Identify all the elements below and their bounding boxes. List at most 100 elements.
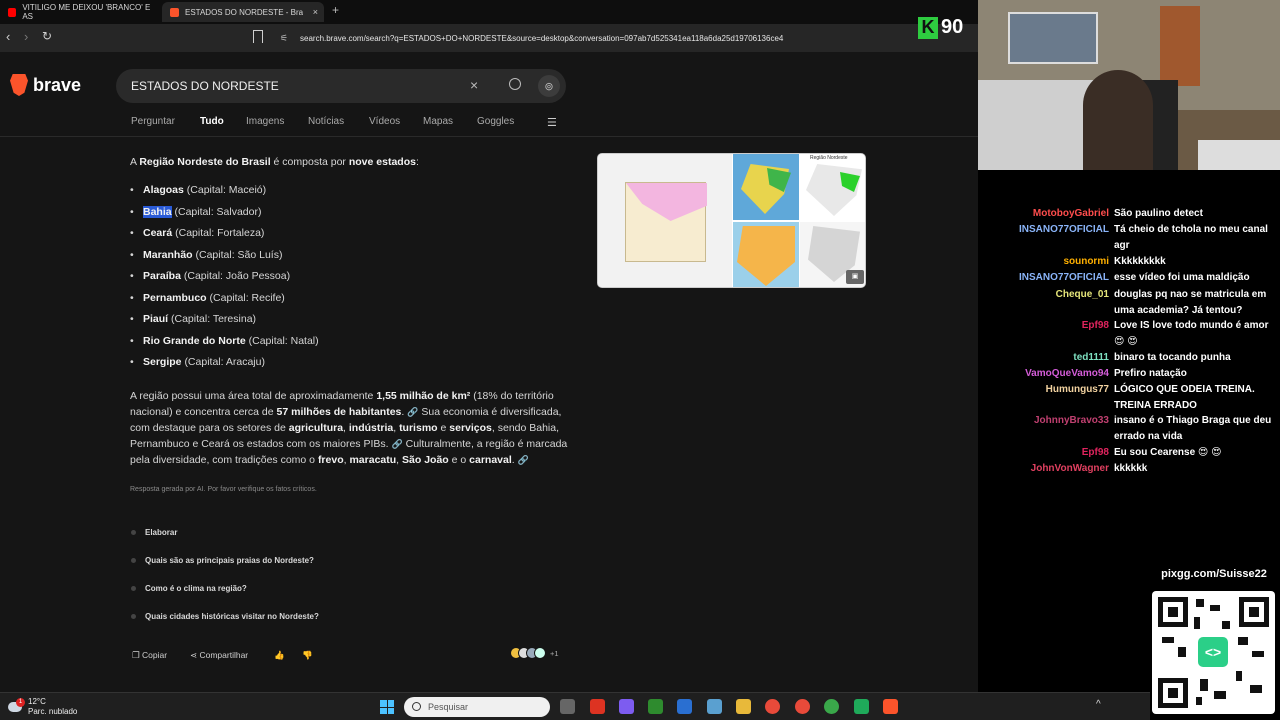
tab-videos[interactable]: Vídeos	[369, 116, 400, 127]
app-icon[interactable]	[590, 699, 605, 714]
app-icon[interactable]	[854, 699, 869, 714]
file-explorer-icon[interactable]	[736, 699, 751, 714]
site-settings-icon[interactable]: ⚟	[280, 33, 290, 44]
state-item: Paraíba (Capital: João Pessoa)	[130, 268, 570, 290]
chat-text: douglas pq nao se matricula em uma acade…	[1114, 289, 1267, 316]
copy-button[interactable]: ❐ Copiar	[132, 650, 167, 661]
more-sources: +1	[550, 648, 559, 658]
thumbs-up-icon[interactable]: 👍	[274, 650, 285, 661]
chat-username: ted1111	[1073, 352, 1109, 363]
state-capital: (Capital: Fortaleza)	[175, 227, 265, 239]
tab-noticias[interactable]: Notícias	[308, 116, 344, 127]
chrome-icon[interactable]	[765, 699, 780, 714]
map-image-main[interactable]	[598, 154, 732, 287]
chat-username: JohnnyBravo33	[1033, 415, 1109, 426]
state-item: Ceará (Capital: Fortaleza)	[130, 225, 570, 247]
task-view-icon[interactable]	[560, 699, 575, 714]
app-icon[interactable]	[619, 699, 634, 714]
chrome-icon[interactable]	[824, 699, 839, 714]
chip-cidades-historicas[interactable]: Quais cidades históricas visitar no Nord…	[122, 606, 327, 626]
state-item: Rio Grande do Norte (Capital: Natal)	[130, 333, 570, 355]
new-tab-button[interactable]: +	[332, 3, 339, 17]
brand-name: brave	[33, 74, 82, 95]
search-page: brave ESTADOS DO NORDESTE × ⊚ Perguntar …	[0, 52, 978, 692]
tab-brave-search[interactable]: ESTADOS DO NORDESTE - Brave ×	[162, 2, 324, 22]
map-images[interactable]: Região Nordeste ▣	[597, 153, 866, 288]
tab-goggles[interactable]: Goggles	[477, 116, 514, 127]
state-name: Piauí	[143, 313, 169, 325]
chat-text: Prefiro natação	[1114, 368, 1187, 379]
brave-lion-icon	[10, 74, 28, 96]
back-arrow-icon[interactable]: ‹	[6, 29, 10, 44]
logo-number: 90	[941, 16, 964, 38]
state-capital: (Capital: São Luís)	[195, 248, 283, 261]
share-button[interactable]: ⋖ Compartilhar	[190, 650, 248, 661]
search-icon[interactable]	[509, 78, 521, 90]
chip-clima[interactable]: Como é o clima na região?	[122, 578, 255, 598]
state-item: Alagoas (Capital: Maceió)	[130, 182, 570, 204]
chrome-icon[interactable]	[795, 699, 810, 714]
close-tab-icon[interactable]: ×	[313, 7, 318, 17]
chat-username: INSANO77OFICIAL	[1018, 272, 1109, 283]
ai-answer-icon[interactable]: ⊚	[538, 75, 560, 97]
state-item: Maranhão (Capital: São Luís)	[130, 247, 570, 269]
state-capital: (Capital: Maceió)	[186, 184, 267, 196]
tab-label: ESTADOS DO NORDESTE - Brave	[185, 7, 303, 17]
sources[interactable]: +1	[510, 647, 559, 659]
cloud-icon: 1	[8, 698, 25, 712]
url-text: search.brave.com/search?q=ESTADOS+DO+NOR…	[300, 33, 784, 43]
windows-start-icon[interactable]	[380, 700, 394, 714]
filters-icon[interactable]: ☰	[547, 116, 557, 129]
weather-widget[interactable]: 1 12°C Parc. nublado	[8, 697, 77, 717]
answer-intro: A Região Nordeste do Brasil é composta p…	[130, 156, 419, 168]
state-item: Pernambuco (Capital: Recife)	[130, 290, 570, 312]
brave-taskbar-icon[interactable]	[883, 699, 898, 714]
reload-icon[interactable]: ↻	[42, 29, 52, 43]
taskbar-search[interactable]: Pesquisar	[404, 697, 550, 717]
clear-search-icon[interactable]: ×	[470, 77, 478, 93]
tab-youtube[interactable]: VITILIGO ME DEIXOU 'BRANCO' E AS	[0, 2, 160, 22]
state-item: Bahia (Capital: Salvador)	[130, 204, 570, 226]
chat-username: MotoboyGabriel	[1032, 208, 1109, 219]
chip-praias[interactable]: Quais são as principais praias do Nordes…	[122, 550, 322, 570]
tab-tudo[interactable]: Tudo	[200, 116, 224, 127]
brave-logo[interactable]: brave	[10, 74, 81, 96]
source-link-icon[interactable]: 🔗	[518, 455, 529, 465]
tab-imagens[interactable]: Imagens	[246, 116, 284, 127]
forward-arrow-icon[interactable]: ›	[24, 29, 28, 44]
ai-answer: A Região Nordeste do Brasil é composta p…	[130, 154, 570, 498]
source-link-icon[interactable]: 🔗	[391, 439, 402, 449]
chip-elaborar[interactable]: Elaborar	[122, 522, 185, 542]
chat-text: Kkkkkkkkk	[1114, 256, 1166, 267]
chat-text: binaro ta tocando punha	[1114, 352, 1231, 363]
bookmark-icon[interactable]	[253, 30, 263, 43]
app-icon[interactable]	[677, 699, 692, 714]
answer-paragraph: A região possui uma área total de aproxi…	[130, 389, 568, 466]
map-thumbnail[interactable]	[733, 222, 799, 287]
state-name: Pernambuco	[143, 291, 207, 304]
search-input[interactable]: ESTADOS DO NORDESTE × ⊚	[116, 69, 566, 103]
state-item: Sergipe (Capital: Aracaju)	[130, 354, 570, 376]
weather-desc: Parc. nublado	[28, 707, 78, 716]
map-thumbnail[interactable]	[733, 154, 799, 220]
tray-overflow-icon[interactable]: ^	[1096, 699, 1101, 710]
thumbs-down-icon[interactable]: 👎	[302, 650, 313, 661]
tab-mapas[interactable]: Mapas	[423, 116, 453, 127]
map-thumb-title: Região Nordeste	[810, 155, 848, 161]
xbox-icon[interactable]	[648, 699, 663, 714]
screen: VITILIGO ME DEIXOU 'BRANCO' E AS ESTADOS…	[0, 0, 1280, 720]
tab-perguntar[interactable]: Perguntar	[131, 116, 175, 127]
youtube-icon	[8, 7, 17, 17]
ai-disclaimer: Resposta gerada por AI. Por favor verifi…	[130, 485, 317, 493]
chat-text: esse vídeo foi uma maldição	[1114, 272, 1250, 283]
source-link-icon[interactable]: 🔗	[407, 407, 418, 417]
app-icon[interactable]	[707, 699, 722, 714]
gallery-icon[interactable]: ▣	[846, 270, 864, 284]
map-thumbnail[interactable]: ▣	[800, 222, 865, 287]
map-thumbnail[interactable]: Região Nordeste	[800, 154, 865, 220]
address-bar[interactable]: ⚟ search.brave.com/search?q=ESTADOS+DO+N…	[272, 27, 972, 49]
qr-label: pixgg.com/Suisse22	[1161, 568, 1267, 580]
brave-icon	[170, 7, 179, 17]
state-name: Ceará	[143, 227, 173, 239]
state-name: Bahia	[143, 205, 172, 218]
